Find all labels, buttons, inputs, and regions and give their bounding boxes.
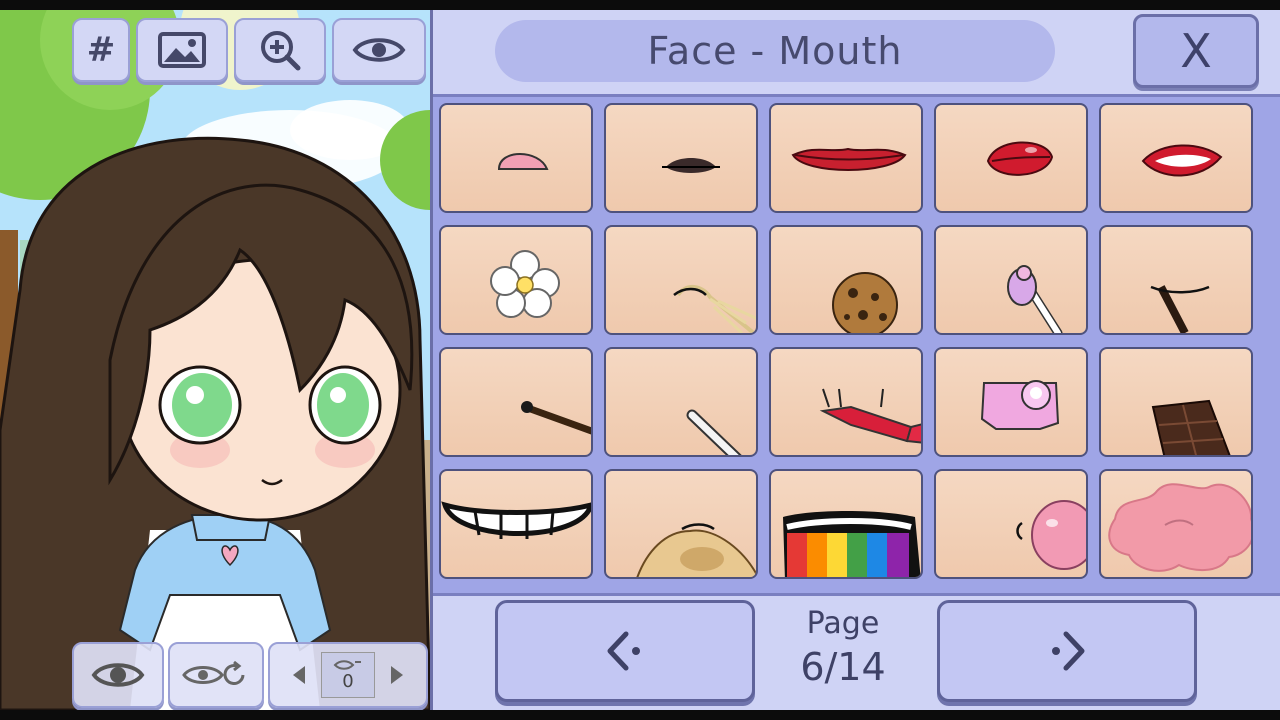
panel-title-bar: Face - Mouth xyxy=(495,20,1055,82)
eye-icon xyxy=(352,38,406,62)
grid-item-18[interactable] xyxy=(769,469,923,579)
grid-item-9[interactable] xyxy=(934,225,1088,335)
pocky-stick-icon xyxy=(521,401,591,435)
background-button[interactable] xyxy=(136,18,228,82)
page-indicator: Page 6/14 xyxy=(783,606,903,689)
grid-item-11[interactable] xyxy=(439,347,593,457)
close-icon: X xyxy=(1180,24,1212,78)
grid-item-5[interactable] xyxy=(1099,103,1253,213)
next-page-button[interactable] xyxy=(937,600,1197,702)
grid-item-12[interactable] xyxy=(604,347,758,457)
zoom-in-icon xyxy=(261,31,301,71)
hash-icon: # xyxy=(86,30,116,70)
grid-item-1[interactable] xyxy=(439,103,593,213)
expression-counter: 0 xyxy=(321,652,375,698)
bottom-border xyxy=(0,710,1280,720)
grid-item-19[interactable] xyxy=(934,469,1088,579)
cookie-icon xyxy=(832,272,898,333)
prev-page-button[interactable] xyxy=(495,600,755,702)
toothy-grin-icon xyxy=(441,501,591,539)
flower-in-mouth-icon xyxy=(490,250,560,318)
chevron-left-icon xyxy=(607,631,640,671)
eye-refresh-icon xyxy=(182,660,245,685)
page-label: Page xyxy=(806,606,880,641)
red-open-lips-icon xyxy=(1141,144,1223,177)
pink-candy-icon xyxy=(980,380,1060,430)
grid-item-14[interactable] xyxy=(934,347,1088,457)
grid-item-3[interactable] xyxy=(769,103,923,213)
bubblegum-bubble-icon xyxy=(1016,500,1086,570)
grid-item-13[interactable] xyxy=(769,347,923,457)
red-pout-lips-icon xyxy=(986,141,1054,176)
chocolate-stick-icon xyxy=(1150,285,1210,333)
small-dark-lips-icon xyxy=(662,158,720,173)
customization-panel: Face - Mouth X Page 6/14 xyxy=(430,10,1280,710)
eye-small-icon xyxy=(333,659,361,670)
grid-item-8[interactable] xyxy=(769,225,923,335)
close-button[interactable]: X xyxy=(1133,14,1259,88)
expression-stepper: 0 xyxy=(268,642,428,708)
bread-toast-icon xyxy=(636,523,756,577)
wheat-straw-icon xyxy=(673,285,756,333)
chevron-left-icon[interactable] xyxy=(291,664,307,686)
grid-item-4[interactable] xyxy=(934,103,1088,213)
grid-toggle-button[interactable]: # xyxy=(72,18,130,82)
zoom-button[interactable] xyxy=(234,18,326,82)
pink-gum-splat-icon xyxy=(1108,483,1251,572)
rainbow-vomit-icon xyxy=(783,511,921,577)
chevron-right-icon xyxy=(1052,631,1085,671)
red-smile-lips-icon xyxy=(791,147,907,171)
small-pink-mouth-icon xyxy=(497,153,549,170)
panel-title: Face - Mouth xyxy=(647,29,903,73)
item-grid xyxy=(433,94,1280,596)
image-icon xyxy=(158,32,206,68)
page-number: 6/14 xyxy=(800,645,886,689)
chevron-right-icon[interactable] xyxy=(389,664,405,686)
counter-value: 0 xyxy=(342,670,354,692)
grid-item-20[interactable] xyxy=(1099,469,1253,579)
grid-item-6[interactable] xyxy=(439,225,593,335)
visibility-button[interactable] xyxy=(332,18,426,82)
grid-item-17[interactable] xyxy=(604,469,758,579)
grid-item-16[interactable] xyxy=(439,469,593,579)
character-preview: # 0 xyxy=(0,10,430,710)
eye-icon xyxy=(91,663,145,687)
character-scene-art xyxy=(0,10,430,710)
reset-view-button[interactable] xyxy=(168,642,264,708)
wrapped-candy-icon xyxy=(819,388,921,444)
grid-item-10[interactable] xyxy=(1099,225,1253,335)
grid-item-2[interactable] xyxy=(604,103,758,213)
hide-ui-button[interactable] xyxy=(72,642,164,708)
grid-item-7[interactable] xyxy=(604,225,758,335)
grid-item-15[interactable] xyxy=(1099,347,1253,457)
lollipop-icon xyxy=(1007,265,1063,333)
top-border xyxy=(0,0,1280,10)
chocolate-bar-icon xyxy=(1151,399,1231,455)
straw-icon xyxy=(686,409,742,455)
